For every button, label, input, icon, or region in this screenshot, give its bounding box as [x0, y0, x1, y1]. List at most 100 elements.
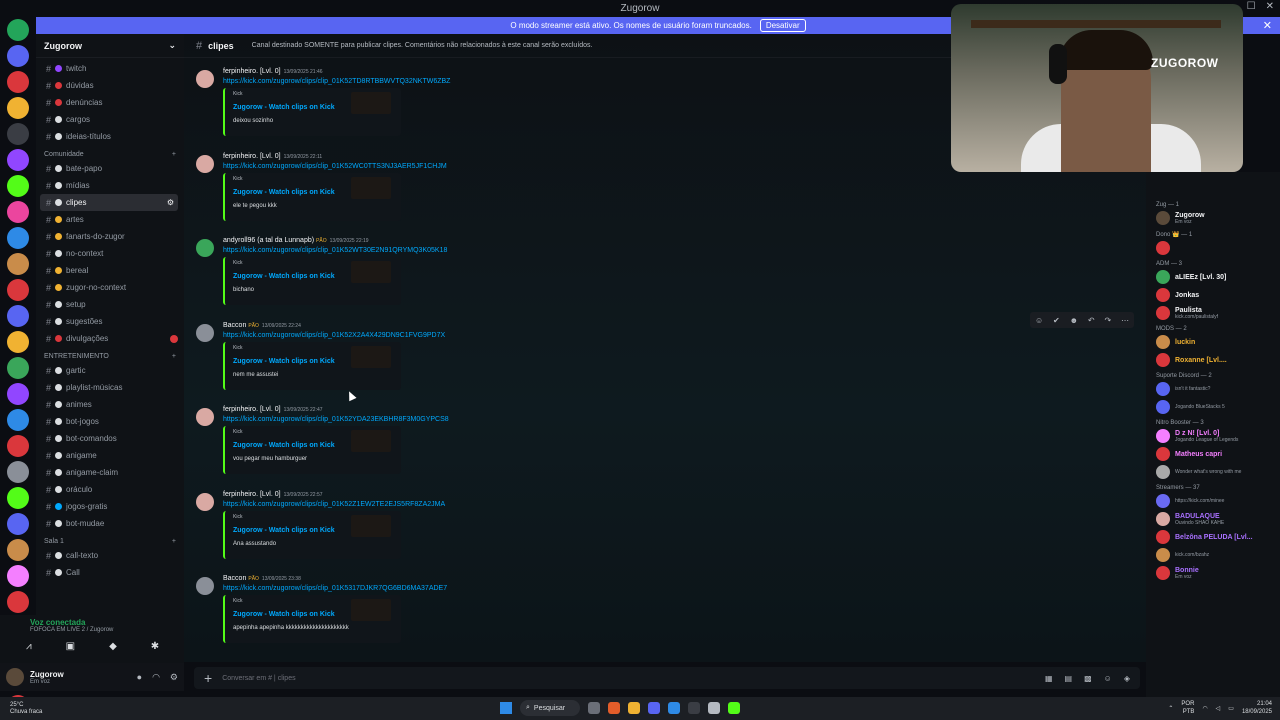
- channel-item-ideias-títulos[interactable]: # ideias-títulos: [36, 128, 184, 145]
- taskbar-search[interactable]: ⌕ Pesquisar: [520, 700, 580, 716]
- server-header[interactable]: Zugorow ⌄: [36, 34, 184, 58]
- embed-thumbnail[interactable]: [351, 430, 391, 452]
- member-item[interactable]: aLIEEz [Lvl. 30]: [1146, 268, 1280, 286]
- composer-placeholder[interactable]: Conversar em # | clipes: [222, 675, 295, 682]
- member-item[interactable]: [1146, 239, 1280, 257]
- category-header[interactable]: Comunidade +: [36, 145, 184, 160]
- avatar[interactable]: [6, 668, 24, 686]
- file-explorer-icon[interactable]: [628, 702, 640, 714]
- channel-item-divulgações[interactable]: # divulgações: [36, 330, 184, 347]
- server-icon[interactable]: [7, 305, 29, 327]
- member-item[interactable]: kick.com/bzahz: [1146, 546, 1280, 564]
- avatar[interactable]: [196, 323, 214, 342]
- link-embed[interactable]: Kick Zugorow - Watch clips on Kick Ana ass…: [223, 510, 401, 559]
- avatar[interactable]: [1156, 447, 1170, 461]
- avatar[interactable]: [1156, 530, 1170, 544]
- member-item[interactable]: Zugorow Em voz: [1146, 209, 1280, 227]
- member-item[interactable]: Jonkas: [1146, 286, 1280, 304]
- message-author[interactable]: ferpinheiro. [Lvl. 0]: [223, 68, 281, 75]
- channel-item-Call[interactable]: # Call: [36, 564, 184, 581]
- server-icon[interactable]: [7, 45, 29, 67]
- avatar[interactable]: [1156, 288, 1170, 302]
- avatar[interactable]: [1156, 548, 1170, 562]
- server-icon[interactable]: [7, 409, 29, 431]
- channel-item-cargos[interactable]: # cargos: [36, 111, 184, 128]
- link-embed[interactable]: Kick Zugorow - Watch clips on Kick vou peg…: [223, 426, 401, 474]
- channel-item-bate-papo[interactable]: # bate-papo: [36, 160, 184, 177]
- member-item[interactable]: Roxanne [Lvl....: [1146, 351, 1280, 369]
- message-author[interactable]: ferpinheiro. [Lvl. 0]: [223, 406, 281, 413]
- kick-icon[interactable]: [728, 702, 740, 714]
- avatar[interactable]: [196, 154, 214, 173]
- avatar[interactable]: [1156, 241, 1170, 255]
- maximize-icon[interactable]: ☐: [1247, 1, 1256, 12]
- server-icon[interactable]: [7, 539, 29, 561]
- avatar[interactable]: [1156, 382, 1170, 396]
- headphones-icon[interactable]: ◠: [152, 672, 160, 683]
- link-embed[interactable]: Kick Zugorow - Watch clips on Kick nem me …: [223, 341, 401, 390]
- volume-icon[interactable]: ◁: [1216, 705, 1221, 712]
- disable-streamer-button[interactable]: Desativar: [759, 19, 806, 32]
- channel-item-bot-jogos[interactable]: # bot-jogos: [36, 413, 184, 430]
- more-icon[interactable]: ⋯: [1121, 316, 1129, 325]
- server-icon[interactable]: [7, 97, 29, 119]
- link-embed[interactable]: Kick Zugorow - Watch clips on Kick bichano: [223, 257, 401, 305]
- link-embed[interactable]: Kick Zugorow - Watch clips on Kick deixou …: [223, 88, 401, 136]
- apps-icon[interactable]: ◈: [1124, 674, 1130, 683]
- embed-thumbnail[interactable]: [351, 514, 391, 537]
- member-item[interactable]: luckin: [1146, 333, 1280, 351]
- emoji-reaction-icon[interactable]: ☺: [1035, 316, 1043, 325]
- task-view-icon[interactable]: [588, 702, 600, 714]
- emoji-icon[interactable]: ☺: [1104, 674, 1112, 683]
- forward-icon[interactable]: ↷: [1104, 316, 1111, 325]
- embed-title[interactable]: Zugorow - Watch clips on Kick: [233, 189, 335, 196]
- server-icon[interactable]: [7, 19, 29, 41]
- channel-item-zugor-no-context[interactable]: # zugor-no-context: [36, 279, 184, 296]
- member-item[interactable]: Wonder what's wrong with me: [1146, 463, 1280, 481]
- server-icon[interactable]: [7, 383, 29, 405]
- avatar[interactable]: [1156, 306, 1170, 320]
- microphone-icon[interactable]: ●: [137, 672, 142, 683]
- close-window-icon[interactable]: ✕: [1266, 1, 1274, 12]
- channel-item-setup[interactable]: # setup: [36, 296, 184, 313]
- message-author[interactable]: andyroll96 (a tal da Lunnapb): [223, 237, 314, 244]
- embed-thumbnail[interactable]: [351, 176, 391, 199]
- avatar[interactable]: [196, 492, 214, 511]
- server-icon[interactable]: [7, 487, 29, 509]
- camera-icon[interactable]: ▣: [66, 641, 75, 652]
- server-icon[interactable]: [7, 591, 29, 613]
- server-icon[interactable]: [7, 201, 29, 223]
- channel-item-clipes[interactable]: # clipes ⚙: [40, 194, 178, 211]
- discord-icon[interactable]: [648, 702, 660, 714]
- server-icon[interactable]: [7, 71, 29, 93]
- activity-icon[interactable]: ◆: [109, 641, 117, 652]
- channel-item-bereal[interactable]: # bereal: [36, 262, 184, 279]
- clock[interactable]: 21:04 18/09/2025: [1242, 700, 1272, 716]
- member-item[interactable]: Bonnie Em voz: [1146, 564, 1280, 582]
- message[interactable]: ferpinheiro. [Lvl. 0] 13/09/2025 22:57 htt…: [184, 491, 1146, 575]
- message[interactable]: ferpinheiro. [Lvl. 0] 13/09/2025 22:47 htt…: [184, 406, 1146, 490]
- channel-item-playlist-músicas[interactable]: # playlist-músicas: [36, 379, 184, 396]
- channel-item-jogos-gratis[interactable]: # jogos-gratis: [36, 498, 184, 515]
- avatar[interactable]: [1156, 211, 1170, 225]
- checkmark-icon[interactable]: ✔: [1053, 316, 1060, 325]
- avatar[interactable]: [1156, 270, 1170, 284]
- server-icon[interactable]: [7, 435, 29, 457]
- member-item[interactable]: Matheus capri: [1146, 445, 1280, 463]
- channel-item-fanarts-do-zugor[interactable]: # fanarts-do-zugor: [36, 228, 184, 245]
- message-link[interactable]: https://kick.com/zugorow/clips/clip_01K5…: [223, 501, 445, 508]
- add-reaction-icon[interactable]: ☻: [1070, 316, 1078, 325]
- message-author[interactable]: Baccon: [223, 575, 246, 582]
- avatar[interactable]: [196, 239, 214, 257]
- channel-item-animes[interactable]: # animes: [36, 396, 184, 413]
- link-embed[interactable]: Kick Zugorow - Watch clips on Kick apepinh…: [223, 595, 401, 643]
- embed-title[interactable]: Zugorow - Watch clips on Kick: [233, 442, 335, 449]
- member-item[interactable]: Belzôna PELUDA [Lvl...: [1146, 528, 1280, 546]
- channel-item-dúvidas[interactable]: # dúvidas: [36, 77, 184, 94]
- gif-icon[interactable]: ▤: [1065, 674, 1073, 683]
- close-banner-icon[interactable]: ✕: [1263, 19, 1272, 32]
- message-composer[interactable]: + Conversar em # | clipes ▦ ▤ ▩ ☺ ◈: [194, 667, 1140, 689]
- member-item[interactable]: https://kick.com/minee: [1146, 492, 1280, 510]
- message-link[interactable]: https://kick.com/zugorow/clips/clip_01K5…: [223, 163, 447, 170]
- channel-item-oráculo[interactable]: # oráculo: [36, 481, 184, 498]
